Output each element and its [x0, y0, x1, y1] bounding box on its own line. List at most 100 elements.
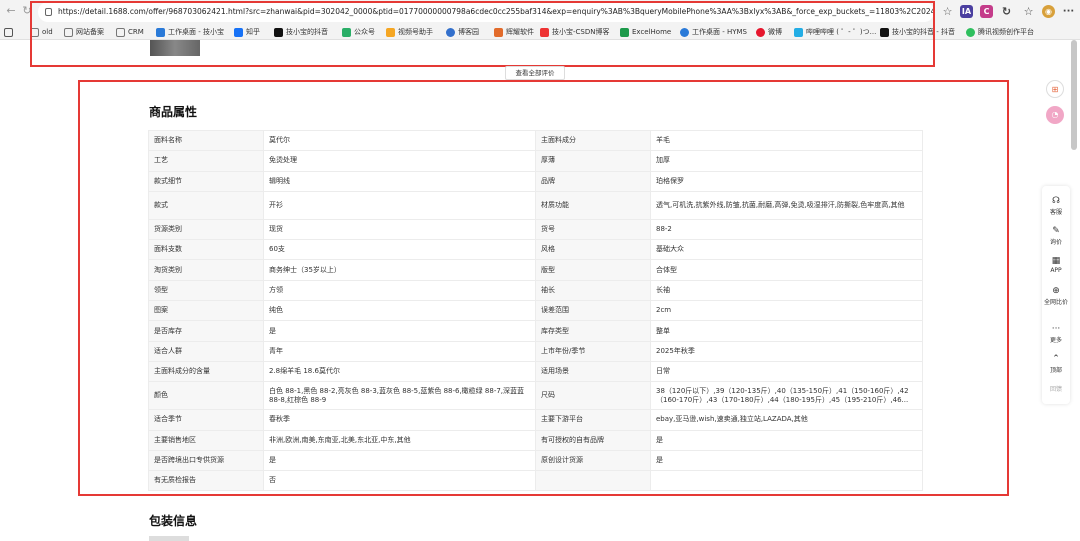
attr-value-cell: 合体型 [650, 259, 923, 281]
view-all-reviews-button[interactable]: 查看全部评价 [505, 66, 565, 80]
side-item-grid[interactable]: ▦ APP [1042, 256, 1070, 274]
attr-key-cell: 领型 [148, 279, 264, 302]
attr-key-cell: 适合人群 [148, 340, 264, 362]
attr-key-cell: 款式细节 [148, 170, 264, 192]
attr-key-cell: 主面料成分的含量 [148, 360, 264, 383]
attr-value-cell: 免烫处理 [263, 150, 536, 172]
attr-value-cell: ebay,亚马逊,wish,速卖通,独立站,LAZADA,其他 [650, 409, 923, 431]
attr-key-cell: 上市年份/季节 [535, 340, 651, 362]
attr-value-cell: 长袖 [650, 279, 923, 302]
attr-key-cell: 适用场景 [535, 360, 651, 383]
attr-value-cell: 是 [650, 449, 923, 472]
attr-key-cell: 图案 [148, 300, 264, 322]
attributes-table: 面料名称 莫代尔 主面料成分 羊毛 工艺 免烫处理 厚薄 加厚 款式细节 辑明线 品牌 珀格保罗 款式开… [148, 129, 923, 492]
favorite-star-icon[interactable]: ☆ [941, 5, 954, 18]
attr-key-cell [535, 470, 651, 492]
attr-key-cell: 原创设计货源 [535, 449, 651, 472]
table-row: 面料支数 60支 风格 基础大众 [148, 239, 923, 261]
table-row: 主面料成分的含量 2.8绵羊毛 18.6莫代尔 适用场景 日常 [148, 360, 923, 383]
attr-value-cell: 现货 [263, 218, 536, 241]
page-scrollbar[interactable] [1071, 40, 1077, 150]
table-row: 是否跨境出口专供货源是原创设计货源是 [148, 449, 923, 472]
compare-icon: ⊕ [1052, 286, 1060, 296]
attr-value-cell: 否 [263, 470, 536, 492]
side-item-inquiry[interactable]: ✎ 询价 [1042, 226, 1070, 246]
attr-value-cell: 白色 88-1,黑色 88-2,亮灰色 88-3,蓝灰色 88-5,蓝紫色 88… [263, 381, 536, 411]
table-row: 货源类别 现货 货号 88-2 [148, 218, 923, 241]
attr-key-cell: 款式 [148, 190, 264, 220]
attr-key-cell: 工艺 [148, 150, 264, 172]
attributes-section-title: 商品属性 [149, 105, 198, 119]
attr-key-cell: 库存类型 [535, 320, 651, 342]
product-thumbnail[interactable] [150, 40, 200, 56]
table-row: 淘货类别 商务绅士（35岁以上） 版型 合体型 [148, 259, 923, 281]
attr-value-cell: 珀格保罗 [650, 170, 923, 192]
attr-value-cell: 莫代尔 [263, 129, 536, 152]
table-row: 主要销售地区 非洲,欧洲,南美,东南亚,北美,东北亚,中东,其他 有可授权的自有品牌… [148, 429, 923, 451]
table-row: 是否库存是库存类型 整单 [148, 320, 923, 342]
side-item-compare[interactable]: ⊕ 全网比价 [1042, 286, 1070, 306]
inquiry-icon: ✎ [1052, 226, 1060, 236]
tab-sync-icon[interactable] [4, 26, 13, 38]
attr-value-cell: 是 [650, 429, 923, 451]
profile-avatar[interactable]: ◉ [1042, 5, 1055, 18]
side-item-top-arrow[interactable]: ⌃ 顶部 [1042, 354, 1070, 374]
side-item-label: 回馈 [1049, 386, 1062, 393]
attr-key-cell: 厚薄 [535, 150, 651, 172]
table-row: 图案 纯色 误差范围 2cm [148, 300, 923, 322]
attr-value-cell: 日常 [650, 360, 923, 383]
attr-key-cell: 面料支数 [148, 239, 264, 261]
table-row: 款式细节 辑明线 品牌 珀格保罗 [148, 170, 923, 192]
top-arrow-icon: ⌃ [1052, 354, 1060, 364]
attr-value-cell: 商务绅士（35岁以上） [263, 259, 536, 281]
assistant-avatar-icon[interactable]: ◔ [1046, 106, 1064, 124]
table-row: 颜色 白色 88-1,黑色 88-2,亮灰色 88-3,蓝灰色 88-5,蓝紫色 … [148, 381, 923, 411]
table-row: 工艺 免烫处理 厚薄 加厚 [148, 150, 923, 172]
side-item-label: 更多 [1049, 337, 1062, 344]
attr-key-cell: 主要销售地区 [148, 429, 264, 451]
extension-ia-icon[interactable]: IA [960, 5, 973, 18]
attr-key-cell: 版型 [535, 259, 651, 281]
attr-value-cell: 青年 [263, 340, 536, 362]
attr-key-cell: 主面料成分 [535, 129, 651, 152]
side-item-label: 询价 [1049, 239, 1062, 246]
attr-value-cell: 透气,可机洗,抗紫外线,防皱,抗菌,耐磨,高弹,免烫,吸湿排汗,防撕裂,色牢度高… [650, 190, 923, 220]
table-row: 面料名称 莫代尔 主面料成分 羊毛 [148, 129, 923, 152]
menu-icon[interactable]: ··· [1062, 5, 1075, 18]
attr-value-cell: 非洲,欧洲,南美,东南亚,北美,东北亚,中东,其他 [263, 429, 536, 451]
attr-value-cell: 88-2 [650, 218, 923, 241]
attr-value-cell: 2cm [650, 300, 923, 322]
side-item-more[interactable]: ··· 更多 [1042, 324, 1070, 344]
attr-value-cell: 整单 [650, 320, 923, 342]
attr-value-cell: 38（120斤以下）,39（120-135斤）,40（135-150斤）,41（… [650, 381, 923, 411]
attr-value-cell: 开衫 [263, 190, 536, 220]
attr-value-cell [650, 470, 923, 492]
side-item-feedback[interactable]: 回馈 [1042, 384, 1070, 393]
attr-key-cell: 面料名称 [148, 129, 264, 152]
sync-icon[interactable]: ↻ [1000, 5, 1013, 18]
table-row: 适合季节 春秋季 主要下游平台 ebay,亚马逊,wish,速卖通,独立站,LAZAD… [148, 409, 923, 431]
side-item-headset[interactable]: ☊ 客服 [1042, 196, 1070, 216]
app-download-icon[interactable]: ⊞ [1046, 80, 1064, 98]
side-floating-icons: ⊞ ◔ [1046, 80, 1068, 132]
attr-key-cell: 有无质检报告 [148, 470, 264, 492]
attr-key-cell: 材质功能 [535, 190, 651, 220]
side-item-label: APP [1050, 267, 1062, 274]
attr-value-cell: 羊毛 [650, 129, 923, 152]
attr-value-cell: 2.8绵羊毛 18.6莫代尔 [263, 360, 536, 383]
attr-value-cell: 春秋季 [263, 409, 536, 431]
attr-value-cell: 加厚 [650, 150, 923, 172]
attr-value-cell: 辑明线 [263, 170, 536, 192]
attr-key-cell: 适合季节 [148, 409, 264, 431]
attr-value-cell: 2025年秋季 [650, 340, 923, 362]
back-icon[interactable]: ← [4, 4, 18, 18]
side-toolbar: ☊ 客服 ✎ 询价 ▦ APP ⊕ 全网比价 ··· 更多 ⌃ 顶部回馈 [1042, 186, 1070, 404]
favorites-icon[interactable]: ☆ [1022, 5, 1035, 18]
side-item-label: 全网比价 [1043, 299, 1068, 306]
bookmark-item[interactable]: 腾讯视频创作平台 [966, 26, 1034, 38]
extension-c-icon[interactable]: C [980, 5, 993, 18]
attr-key-cell: 有可授权的自有品牌 [535, 429, 651, 451]
side-item-label: 客服 [1049, 209, 1062, 216]
headset-icon: ☊ [1052, 196, 1060, 206]
highlight-box-url [30, 1, 935, 67]
